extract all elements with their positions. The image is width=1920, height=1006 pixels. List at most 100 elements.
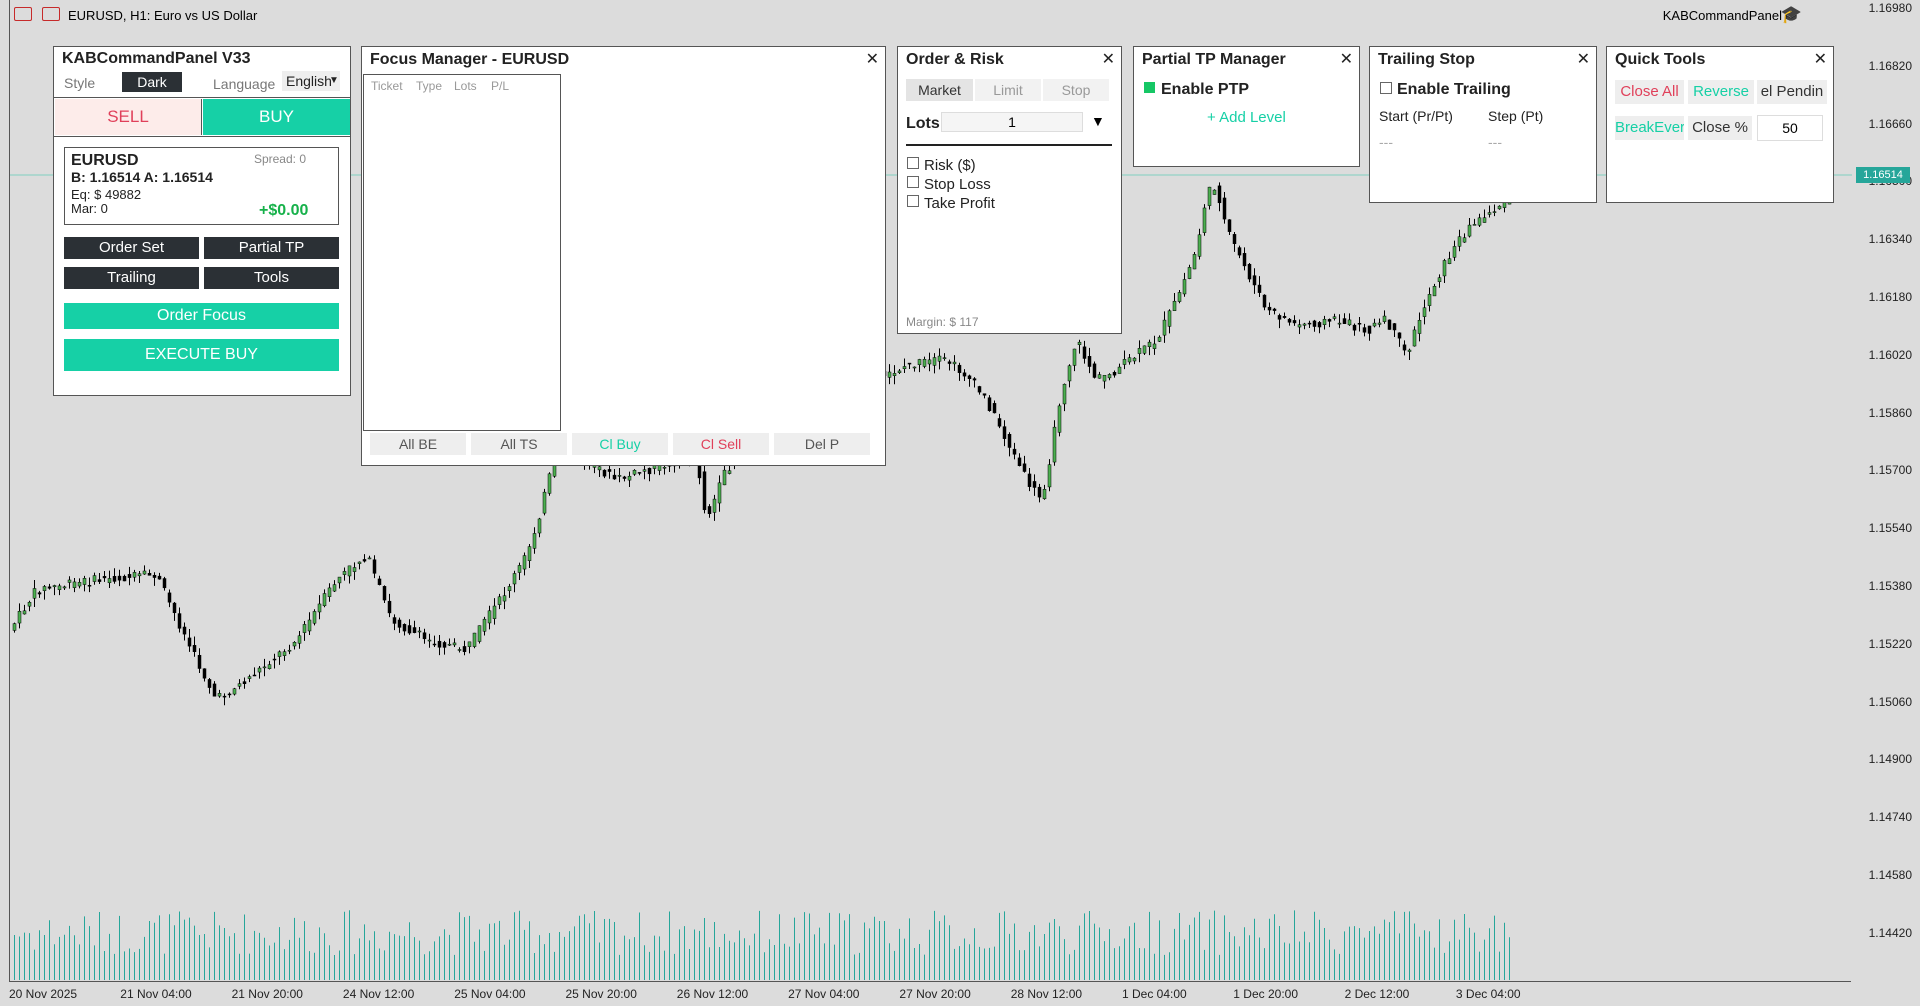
time-axis-label: 2 Dec 12:00 [1344, 987, 1410, 1001]
candle [972, 377, 977, 388]
candle [1282, 312, 1287, 319]
close-all-button[interactable]: Close All [1615, 80, 1684, 104]
candle [647, 467, 652, 482]
candle [112, 568, 117, 584]
tab-stop[interactable]: Stop [1043, 79, 1109, 101]
trailing-button[interactable]: Trailing [64, 267, 199, 289]
order-risk-panel: Order & Risk ✕ Market Limit Stop Lots 1 … [897, 46, 1122, 334]
enable-ptp-checkbox[interactable] [1144, 82, 1155, 93]
candle [102, 571, 107, 582]
quick-tools-panel: Quick Tools ✕ Close All Reverse el Pendi… [1606, 46, 1834, 203]
candle [1187, 264, 1192, 280]
candle [257, 665, 262, 679]
step-value-input[interactable]: --- [1488, 134, 1502, 150]
candle [502, 586, 507, 610]
candle [1127, 353, 1132, 365]
order-set-button[interactable]: Order Set [64, 237, 199, 259]
time-axis-label: 1 Dec 04:00 [1122, 987, 1187, 1001]
breakeven-button[interactable]: BreakEver [1615, 116, 1684, 140]
candle [412, 620, 417, 634]
order-focus-button[interactable]: Order Focus [64, 303, 339, 329]
price-axis-label: 1.16340 [1868, 232, 1912, 247]
candle [442, 640, 447, 655]
language-select[interactable]: English ▼ [282, 71, 340, 91]
candle [1227, 219, 1232, 236]
candle [1397, 332, 1402, 347]
orders-list[interactable]: Ticket Type Lots P/L [363, 74, 561, 431]
candle [67, 576, 72, 589]
candle [57, 583, 62, 596]
candle [232, 687, 237, 696]
candle [912, 366, 917, 372]
start-label: Start (Pr/Pt) [1379, 108, 1453, 124]
close-icon[interactable]: ✕ [1340, 49, 1353, 69]
candle [507, 583, 512, 598]
candle [407, 619, 412, 635]
col-ticket: Ticket [371, 79, 403, 93]
candle [97, 572, 102, 585]
candle [1112, 370, 1117, 378]
close-percent-input[interactable]: 50 [1757, 115, 1823, 141]
lots-input[interactable]: 1 [941, 112, 1083, 132]
col-pl: P/L [491, 79, 510, 93]
close-icon[interactable]: ✕ [1102, 49, 1115, 69]
candle [27, 600, 32, 612]
enable-trailing-checkbox[interactable] [1380, 82, 1392, 94]
chart-window-icon[interactable] [14, 7, 32, 21]
candle [297, 631, 302, 649]
delete-pending-button[interactable]: el Pendin [1757, 80, 1827, 104]
command-panel-title: KABCommandPanel V33 [62, 50, 251, 67]
candle [907, 362, 912, 370]
candle [902, 358, 907, 373]
tools-button[interactable]: Tools [204, 267, 339, 289]
candle [377, 575, 382, 586]
chart-properties-icon[interactable] [42, 7, 60, 21]
all-ts-button[interactable]: All TS [471, 433, 567, 455]
candle [292, 641, 297, 650]
candle [1027, 467, 1032, 492]
close-icon[interactable]: ✕ [866, 49, 879, 69]
step-label: Step (Pt) [1488, 108, 1544, 124]
close-icon[interactable]: ✕ [1577, 49, 1590, 69]
tab-market[interactable]: Market [906, 79, 973, 101]
all-be-button[interactable]: All BE [370, 433, 466, 455]
take-profit-checkbox[interactable] [907, 195, 919, 207]
reverse-button[interactable]: Reverse [1688, 80, 1754, 104]
add-level-button[interactable]: + Add Level [1207, 109, 1286, 126]
tab-limit[interactable]: Limit [975, 79, 1041, 101]
time-axis-label: 25 Nov 04:00 [454, 987, 526, 1001]
candle [962, 369, 967, 381]
candle [897, 368, 902, 375]
candle [12, 622, 17, 633]
lots-dropdown-icon[interactable]: ▼ [1091, 113, 1105, 129]
partial-tp-button[interactable]: Partial TP [204, 237, 339, 259]
candle [1087, 347, 1092, 374]
close-icon[interactable]: ✕ [1814, 49, 1827, 69]
execute-buy-button[interactable]: EXECUTE BUY [64, 339, 339, 371]
time-axis-label: 21 Nov 20:00 [231, 987, 303, 1001]
candle [1062, 383, 1067, 412]
buy-button[interactable]: BUY [203, 99, 350, 135]
candle [222, 693, 227, 706]
candle [467, 641, 472, 654]
stop-loss-checkbox[interactable] [907, 176, 919, 188]
focus-manager-panel: Focus Manager - EURUSD ✕ Ticket Type Lot… [361, 46, 886, 466]
candle [1432, 283, 1437, 297]
close-percent-button[interactable]: Close % [1688, 116, 1752, 140]
candle [1412, 326, 1417, 347]
start-value-input[interactable]: --- [1379, 134, 1393, 150]
close-sell-button[interactable]: Cl Sell [673, 433, 769, 455]
candle [892, 365, 897, 385]
candle [37, 590, 42, 598]
style-dark-button[interactable]: Dark [122, 72, 182, 92]
candle [917, 358, 922, 373]
sell-button[interactable]: SELL [55, 99, 202, 135]
candle [1362, 323, 1367, 337]
candle [342, 567, 347, 581]
candle [1202, 204, 1207, 236]
close-buy-button[interactable]: Cl Buy [572, 433, 668, 455]
risk-checkbox[interactable] [907, 157, 919, 169]
margin-estimate: Margin: $ 117 [906, 315, 979, 329]
candle [152, 572, 157, 586]
delete-pending-button[interactable]: Del P [774, 433, 870, 455]
